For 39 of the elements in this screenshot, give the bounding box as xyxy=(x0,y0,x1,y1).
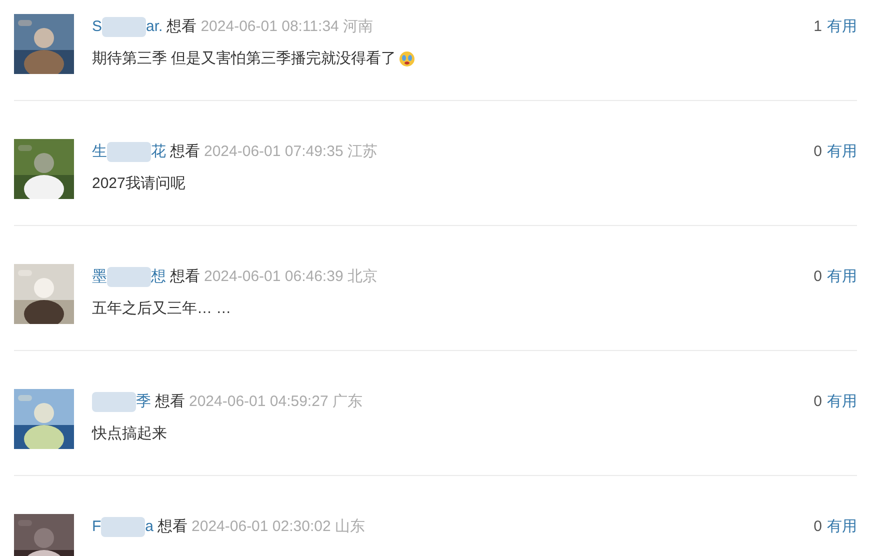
useful-link[interactable]: 有用 xyxy=(827,14,857,40)
comment-time: 2024-06-01 04:59:27 xyxy=(189,392,328,412)
status-label: 想看 xyxy=(170,142,200,162)
useful-link[interactable]: 有用 xyxy=(827,514,857,540)
vote-count: 0 xyxy=(814,267,822,287)
status-label: 想看 xyxy=(155,392,185,412)
comment-text: 快点搞起来 xyxy=(92,424,167,444)
username-link[interactable]: F a xyxy=(92,514,154,540)
comment-time: 2024-06-01 07:49:35 xyxy=(204,142,344,162)
vote-count: 0 xyxy=(814,142,822,162)
location-label: 江苏 xyxy=(347,142,378,162)
vote-count: 1 xyxy=(814,17,822,37)
location-label: 北京 xyxy=(347,267,378,287)
comment-text: 五年之后又三年… … xyxy=(92,299,232,319)
blurred-patch xyxy=(107,142,151,162)
vote-count: 0 xyxy=(814,392,822,412)
username-link[interactable]: S ar. xyxy=(92,14,163,40)
status-label: 想看 xyxy=(166,17,197,37)
username-link[interactable]: 墨 想 xyxy=(92,264,166,290)
location-label: 山东 xyxy=(334,517,365,537)
blurred-patch xyxy=(107,267,151,287)
comment-text: 2027我请问呢 xyxy=(92,174,186,194)
comment-time: 2024-06-01 02:30:02 xyxy=(192,517,331,537)
useful-link[interactable]: 有用 xyxy=(827,389,857,415)
comment-time: 2024-06-01 06:46:39 xyxy=(204,267,344,287)
blurred-patch xyxy=(101,517,146,537)
location-label: 河南 xyxy=(342,17,373,37)
useful-link[interactable]: 有用 xyxy=(827,264,857,290)
location-label: 广东 xyxy=(332,392,362,412)
vote-count: 0 xyxy=(814,517,822,537)
status-label: 想看 xyxy=(170,267,200,287)
username-link[interactable]: 生 花 xyxy=(92,139,166,165)
comment-text: 期待第三季 但是又害怕第三季播完就没得看了 xyxy=(92,49,396,69)
status-label: 想看 xyxy=(158,517,188,537)
comment-time: 2024-06-01 08:11:34 xyxy=(200,17,339,37)
useful-link[interactable]: 有用 xyxy=(827,139,857,165)
blurred-patch xyxy=(92,392,136,412)
username-link[interactable]: 季 xyxy=(92,389,151,415)
blurred-patch xyxy=(102,17,146,37)
